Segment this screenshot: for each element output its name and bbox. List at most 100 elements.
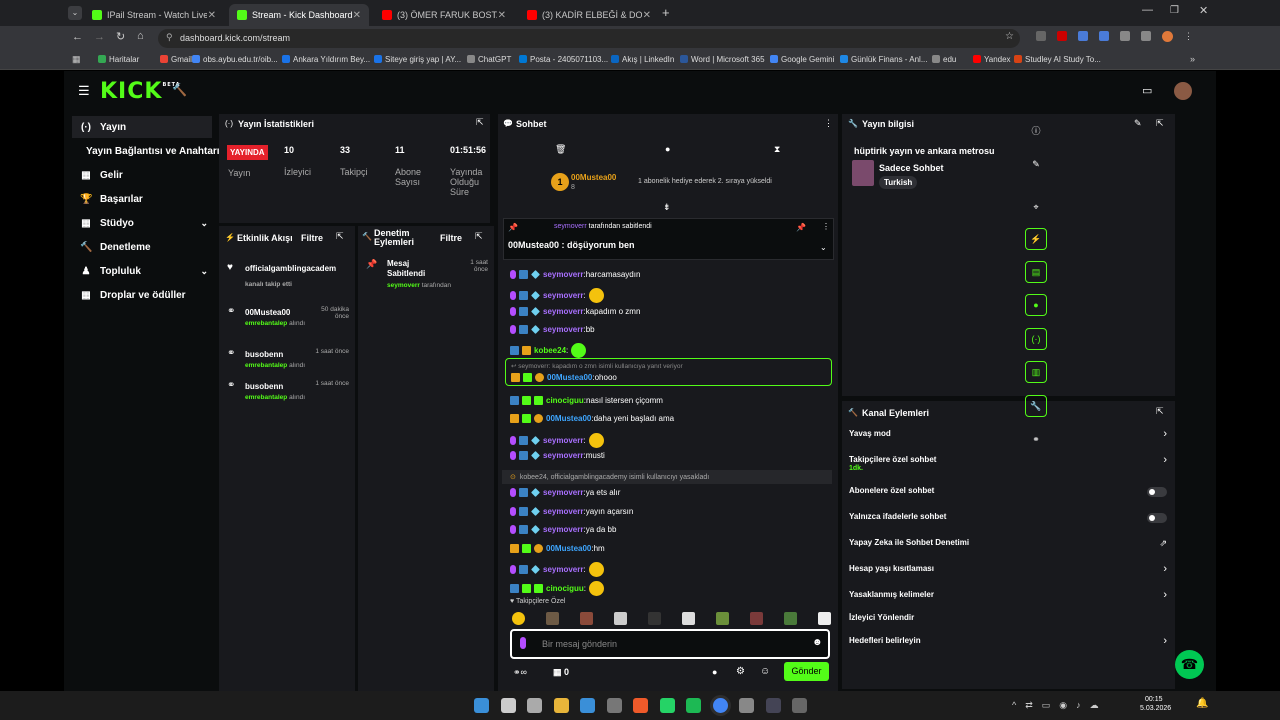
emote-picker-item[interactable] — [716, 612, 729, 625]
app-icon[interactable] — [739, 698, 754, 713]
activity-user[interactable]: officialgamblingacadem — [245, 264, 349, 273]
chat-username[interactable]: seymoverr — [543, 291, 583, 300]
chat-message[interactable]: seymoverr: musti — [510, 451, 605, 460]
bookmark-item[interactable]: Yandex — [973, 55, 1011, 64]
home-icon[interactable]: ⌂ — [137, 30, 144, 42]
bolt-icon[interactable]: ⚡ — [1025, 228, 1047, 250]
browser-tab[interactable]: Stream - Kick Dashboard ✕ — [229, 4, 369, 26]
forward-icon[interactable]: → — [94, 31, 105, 43]
chat-message[interactable]: seymoverr: harcamasaydın — [510, 270, 640, 279]
steam-icon[interactable] — [765, 698, 781, 713]
file-explorer-icon[interactable] — [553, 698, 569, 713]
channel-action-item[interactable]: Hesap yaşı kısıtlaması › — [842, 562, 1175, 580]
chat-username[interactable]: seymoverr — [543, 270, 583, 279]
chat-message[interactable]: seymoverr: kapadım o zmn — [510, 307, 640, 316]
start-icon[interactable] — [474, 698, 489, 713]
chat-username[interactable]: seymoverr — [543, 325, 583, 334]
bookmark-item[interactable]: Akış | LinkedIn — [611, 55, 674, 64]
chat-username[interactable]: 00Mustea00 — [546, 544, 591, 553]
chat-username[interactable]: seymoverr — [543, 507, 583, 516]
hourglass-icon[interactable]: ⧗ — [774, 144, 780, 155]
window-restore-button[interactable]: ❐ — [1170, 5, 1179, 16]
sidebar-item-studio[interactable]: ▦ Stüdyo ⌄ — [72, 212, 212, 234]
media-icon[interactable] — [1141, 31, 1151, 41]
bookmark-item[interactable]: obs.aybu.edu.tr/oib... — [192, 55, 278, 64]
reload-icon[interactable]: ↻ — [116, 30, 125, 43]
chat-message[interactable]: seymoverr: ya ets alır — [510, 488, 620, 497]
chat-username[interactable]: seymoverr — [543, 307, 583, 316]
chat-message[interactable]: cinociguu: nasıl istersen çiçomm — [510, 396, 663, 405]
chat-message[interactable]: 00Mustea00: daha yeni başladı ama — [510, 414, 674, 423]
bookmark-star-icon[interactable]: ☆ — [1005, 31, 1014, 42]
app-icon[interactable] — [792, 698, 807, 713]
tab-close-icon[interactable]: ✕ — [353, 10, 361, 21]
bookmark-item[interactable]: Word | Microsoft 365 — [680, 55, 765, 64]
bookmark-item[interactable]: Ankara Yıldırım Bey... — [282, 55, 370, 64]
bookmark-item[interactable]: Siteye giriş yap | AY... — [374, 55, 461, 64]
emote-picker-item[interactable] — [580, 612, 593, 625]
spotify-icon[interactable] — [686, 698, 701, 713]
wrench-icon[interactable]: 🔧 — [1025, 395, 1047, 417]
mail-icon[interactable] — [606, 698, 622, 713]
extension-icon[interactable] — [1036, 31, 1046, 41]
bookmark-item[interactable]: Gmail — [160, 55, 192, 64]
window-minimize-button[interactable]: — — [1142, 4, 1153, 16]
bookmark-item[interactable]: Studley AI Study To... — [1014, 55, 1101, 64]
broadcast-icon[interactable]: (·) — [1025, 328, 1047, 350]
sidebar-item-moderation[interactable]: 🔨 Denetleme — [72, 236, 212, 258]
bookmark-item[interactable]: edu — [932, 55, 956, 64]
store-icon[interactable] — [580, 698, 595, 713]
site-info-icon[interactable]: ⚲ — [166, 32, 173, 43]
hamburger-menu-icon[interactable]: ☰ — [78, 83, 90, 99]
browser-tab[interactable]: IPail Stream - Watch Live o ✕ — [84, 4, 224, 26]
chat-message[interactable]: seymoverr: bb — [510, 325, 595, 334]
activity-filter-button[interactable]: Filtre — [301, 233, 323, 243]
user-avatar[interactable] — [1174, 82, 1192, 100]
chat-username[interactable]: cinociguu — [546, 396, 584, 405]
chat-username[interactable]: cinociguu — [546, 584, 584, 593]
focus-icon[interactable]: ⌖ — [1025, 196, 1047, 218]
chat-message[interactable]: 00Mustea00: ohooo — [511, 373, 617, 382]
kick-logo[interactable]: KICKBETA — [100, 79, 181, 104]
tab-close-icon[interactable]: ✕ — [498, 10, 506, 21]
chat-username[interactable]: seymoverr — [543, 488, 583, 497]
emote-picker-item[interactable] — [784, 612, 797, 625]
bookmark-item[interactable]: Haritalar — [98, 55, 139, 64]
moderation-user[interactable]: seymoverr — [387, 282, 420, 289]
popout-icon[interactable]: ⇱ — [336, 231, 344, 242]
emote-picker-item[interactable] — [818, 612, 831, 625]
emote-picker-item[interactable] — [614, 612, 627, 625]
puzzle-icon[interactable] — [1120, 31, 1130, 41]
browser-tab[interactable]: (3) KADİR ELBEĞİ & DOSTLAR |✕ — [519, 4, 659, 26]
pen-icon[interactable]: ✎ — [1025, 153, 1047, 175]
kebab-menu-icon[interactable]: ⋮ — [1184, 31, 1193, 42]
chevron-down-icon[interactable]: ⌄ — [820, 243, 827, 252]
emote-picker-item[interactable] — [750, 612, 763, 625]
channel-action-item[interactable]: Hedefleri belirleyin › — [842, 634, 1175, 652]
bookmark-item[interactable]: Google Gemini — [770, 55, 834, 64]
extension-icon[interactable] — [1057, 31, 1067, 41]
chat-message[interactable]: kobee24: — [510, 343, 587, 358]
chat-message[interactable]: 00Mustea00: hm — [510, 544, 605, 553]
emote-picker-item[interactable] — [682, 612, 695, 625]
popout-icon[interactable]: ⇱ — [476, 117, 484, 128]
document-icon[interactable]: ▤ — [1025, 261, 1047, 283]
channel-action-item[interactable]: Abonelere özel sohbet — [842, 484, 1175, 502]
layout-icon[interactable]: ▥ — [1025, 361, 1047, 383]
category-name[interactable]: Sadece Sohbet — [879, 163, 944, 173]
chat-icon[interactable]: ● — [1025, 294, 1047, 316]
gear-icon[interactable]: ⚙ — [736, 666, 745, 677]
chat-username[interactable]: 00Mustea00 — [546, 414, 591, 423]
hammer-icon[interactable]: 🔨 — [172, 83, 187, 97]
chat-username[interactable]: 00Mustea00 — [547, 373, 592, 382]
user-chain-icon[interactable]: ⚭∞ — [513, 667, 527, 678]
chat-username[interactable]: seymoverr — [543, 565, 583, 574]
sidebar-item-achievements[interactable]: 🏆 Başarılar — [72, 188, 212, 210]
chat-message[interactable]: seymoverr: — [510, 288, 604, 303]
channel-action-item[interactable]: Takipçilere özel sohbet 1dk. › — [842, 453, 1175, 472]
brave-icon[interactable] — [633, 698, 648, 713]
clock-date[interactable]: 5.03.2026 — [1140, 705, 1171, 712]
new-tab-button[interactable]: + — [662, 5, 670, 20]
sidebar-item-stream-key[interactable]: Yayın Bağlantısı ve Anahtarı — [72, 140, 222, 162]
channel-action-item[interactable]: Yalnızca ifadelerle sohbet — [842, 510, 1175, 528]
